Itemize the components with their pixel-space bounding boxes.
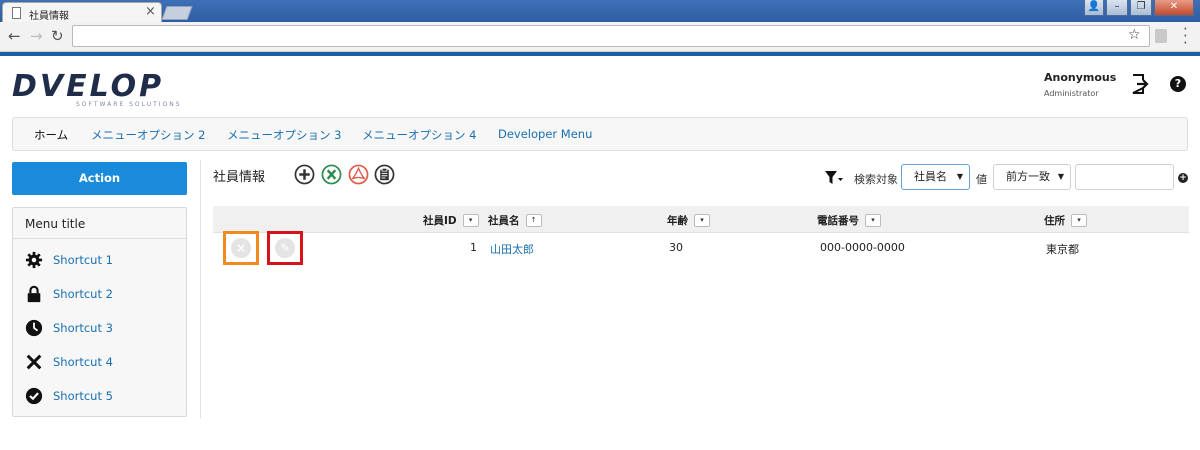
minimize-button[interactable]: – bbox=[1106, 0, 1128, 16]
close-window-button[interactable]: ✕ bbox=[1154, 0, 1194, 16]
cell-name-link[interactable]: 山田太郎 bbox=[490, 241, 534, 257]
excel-icon[interactable] bbox=[321, 164, 342, 185]
reload-icon[interactable]: ↻ bbox=[51, 27, 64, 45]
maximize-button[interactable]: ❐ bbox=[1130, 0, 1152, 16]
browser-toolbar: ← → ↻ bbox=[0, 22, 1200, 52]
tab-close-icon[interactable]: × bbox=[145, 5, 156, 19]
user-name: Anonymous bbox=[1044, 71, 1117, 84]
column-label: 住所 bbox=[1044, 215, 1065, 227]
browser-tab-title: 社員情報 bbox=[29, 11, 69, 22]
shortcut-2[interactable]: Shortcut 2 bbox=[25, 284, 113, 304]
edit-row-button[interactable]: ✎ bbox=[267, 231, 303, 265]
column-header-phone: 電話番号 ▾ bbox=[817, 213, 881, 228]
shortcut-1[interactable]: Shortcut 1 bbox=[25, 250, 113, 270]
search-target-label: 検索対象 bbox=[854, 173, 898, 186]
clock-icon bbox=[25, 319, 43, 337]
check-circle-icon bbox=[25, 387, 43, 405]
add-filter-icon[interactable]: + bbox=[1178, 173, 1188, 183]
sort-dropdown-icon[interactable]: ▾ bbox=[865, 214, 881, 227]
browser-tab[interactable]: 社員情報 × bbox=[2, 2, 162, 23]
delete-row-button[interactable]: × bbox=[223, 231, 259, 265]
column-header-age: 年齢 ▾ bbox=[667, 213, 710, 228]
back-arrow-icon[interactable]: ← bbox=[8, 27, 21, 45]
filter-icon[interactable] bbox=[825, 171, 843, 185]
table-header: 社員ID ▾ 社員名 ↑ 年齢 ▾ 電話番号 ▾ 住所 ▾ bbox=[213, 206, 1189, 233]
document-icon bbox=[12, 7, 21, 19]
close-icon bbox=[26, 354, 42, 370]
shortcut-label: Shortcut 5 bbox=[53, 389, 113, 403]
cell-address: 東京都 bbox=[1046, 243, 1079, 256]
browser-menu-icon[interactable]: · · · bbox=[1183, 22, 1188, 51]
column-label: 年齢 bbox=[667, 215, 688, 227]
pdf-icon[interactable] bbox=[348, 164, 369, 185]
shortcut-4[interactable]: Shortcut 4 bbox=[25, 352, 113, 372]
add-circle-icon[interactable] bbox=[294, 164, 315, 185]
nav-item-option-4[interactable]: メニューオプション 4 bbox=[362, 127, 476, 143]
cell-phone: 000-0000-0000 bbox=[820, 241, 905, 254]
action-button[interactable]: Action bbox=[12, 162, 187, 195]
logo: DVELOP SOFTWARE SOLUTIONS bbox=[12, 69, 182, 109]
window-controls: 👤 – ❐ ✕ bbox=[1082, 0, 1194, 16]
help-icon[interactable]: ? bbox=[1170, 76, 1186, 92]
shortcut-label: Shortcut 2 bbox=[53, 287, 113, 301]
sort-dropdown-icon[interactable]: ▾ bbox=[1071, 214, 1087, 227]
sort-ascending-icon[interactable]: ↑ bbox=[525, 214, 542, 227]
column-label: 社員ID bbox=[423, 215, 457, 227]
menu-title: Menu title bbox=[25, 217, 86, 231]
shortcut-label: Shortcut 1 bbox=[53, 253, 113, 267]
column-label: 電話番号 bbox=[817, 215, 859, 227]
chevron-down-icon: ▼ bbox=[956, 172, 963, 181]
column-header-address: 住所 ▾ bbox=[1044, 213, 1087, 228]
vertical-divider bbox=[200, 160, 201, 418]
address-bar[interactable] bbox=[72, 25, 1150, 47]
nav-item-developer-menu[interactable]: Developer Menu bbox=[498, 127, 592, 141]
lock-icon bbox=[27, 285, 41, 303]
clipboard-icon[interactable] bbox=[374, 164, 395, 185]
nav-item-option-2[interactable]: メニューオプション 2 bbox=[91, 127, 205, 143]
match-type-value: 前方一致 bbox=[1006, 170, 1050, 183]
nav-item-option-3[interactable]: メニューオプション 3 bbox=[227, 127, 341, 143]
column-header-name: 社員名 ↑ bbox=[488, 213, 542, 228]
bookmark-star-icon[interactable]: ☆ bbox=[1128, 27, 1141, 43]
search-input[interactable] bbox=[1075, 164, 1174, 190]
search-target-value: 社員名 bbox=[914, 170, 947, 183]
cell-age: 30 bbox=[669, 241, 683, 254]
shortcut-3[interactable]: Shortcut 3 bbox=[25, 318, 113, 338]
delete-icon: × bbox=[231, 238, 251, 258]
profile-icon[interactable]: 👤 bbox=[1084, 0, 1104, 16]
sort-dropdown-icon[interactable]: ▾ bbox=[694, 214, 710, 227]
shortcut-panel: Menu title Shortcut 1 Shortcut 2 Shortcu… bbox=[12, 207, 187, 417]
gear-icon bbox=[25, 251, 43, 269]
search-target-select[interactable]: 社員名 ▼ bbox=[901, 164, 970, 190]
shortcut-label: Shortcut 3 bbox=[53, 321, 113, 335]
sort-dropdown-icon[interactable]: ▾ bbox=[462, 214, 479, 227]
column-header-id: 社員ID ▾ bbox=[423, 213, 479, 228]
page-title: 社員情報 bbox=[213, 170, 266, 185]
nav-item-home[interactable]: ホーム bbox=[34, 127, 68, 143]
forward-arrow-icon[interactable]: → bbox=[30, 27, 43, 45]
extension-icon[interactable] bbox=[1155, 29, 1167, 43]
logo-tagline: SOFTWARE SOLUTIONS bbox=[76, 101, 182, 108]
chevron-down-icon: ▼ bbox=[1057, 172, 1064, 181]
cell-id: 1 bbox=[470, 241, 477, 254]
new-tab-button[interactable] bbox=[161, 6, 193, 20]
main-navbar: ホーム メニューオプション 2 メニューオプション 3 メニューオプション 4 … bbox=[12, 117, 1188, 151]
shortcut-label: Shortcut 4 bbox=[53, 355, 113, 369]
browser-tab-strip: 社員情報 × 👤 – ❐ ✕ bbox=[0, 0, 1200, 23]
divider bbox=[13, 238, 186, 239]
pencil-icon: ✎ bbox=[275, 238, 295, 258]
header-rule bbox=[0, 52, 1200, 56]
column-label: 社員名 bbox=[488, 215, 520, 227]
logout-icon[interactable] bbox=[1131, 74, 1149, 94]
user-role: Administrator bbox=[1044, 89, 1099, 98]
match-type-select[interactable]: 前方一致 ▼ bbox=[993, 164, 1071, 190]
logo-text: DVELOP bbox=[12, 69, 165, 104]
shortcut-5[interactable]: Shortcut 5 bbox=[25, 386, 113, 406]
value-label: 値 bbox=[976, 173, 987, 186]
